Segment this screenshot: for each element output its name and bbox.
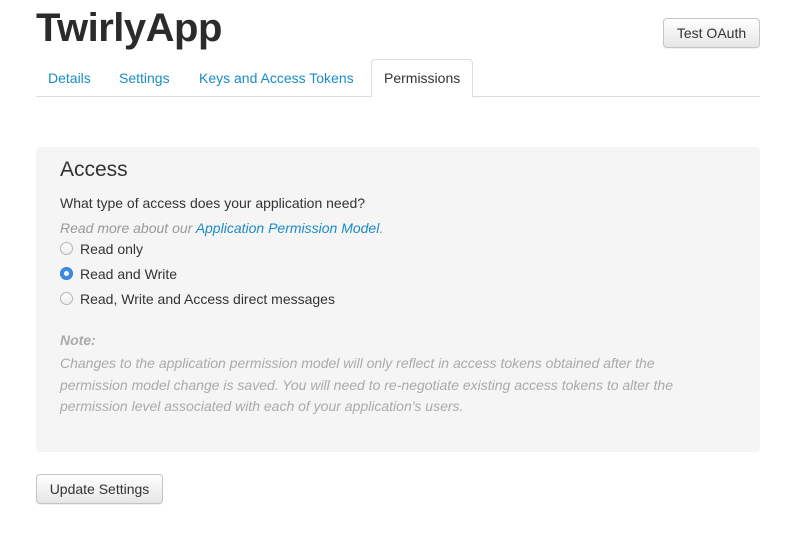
option-label: Read and Write xyxy=(80,266,178,282)
read-more-prefix: Read more about our xyxy=(60,220,196,236)
radio-read-and-write[interactable] xyxy=(60,267,73,280)
radio-read-write-dm[interactable] xyxy=(60,292,73,305)
option-label: Read, Write and Access direct messages xyxy=(80,291,335,307)
read-more-text: Read more about our Application Permissi… xyxy=(60,219,383,237)
app-title: TwirlyApp xyxy=(36,6,222,50)
update-settings-button[interactable]: Update Settings xyxy=(36,474,163,504)
access-question: What type of access does your applicatio… xyxy=(60,195,366,211)
access-heading: Access xyxy=(60,158,128,181)
option-label: Read only xyxy=(80,241,144,257)
tab-permissions[interactable]: Permissions xyxy=(371,59,473,98)
permission-model-link[interactable]: Application Permission Model xyxy=(196,220,380,236)
read-more-suffix: . xyxy=(379,220,384,236)
tab-bar: Details Settings Keys and Access Tokens … xyxy=(36,59,760,98)
radio-read-only[interactable] xyxy=(60,242,73,255)
tab-details[interactable]: Details xyxy=(36,59,103,97)
note-label: Note: xyxy=(60,332,96,348)
test-oauth-button[interactable]: Test OAuth xyxy=(663,18,760,48)
tab-keys-and-access-tokens[interactable]: Keys and Access Tokens xyxy=(187,59,366,97)
note-text: Changes to the application permission mo… xyxy=(60,355,673,414)
tab-settings[interactable]: Settings xyxy=(107,59,182,97)
access-panel: Access What type of access does your app… xyxy=(36,147,760,452)
